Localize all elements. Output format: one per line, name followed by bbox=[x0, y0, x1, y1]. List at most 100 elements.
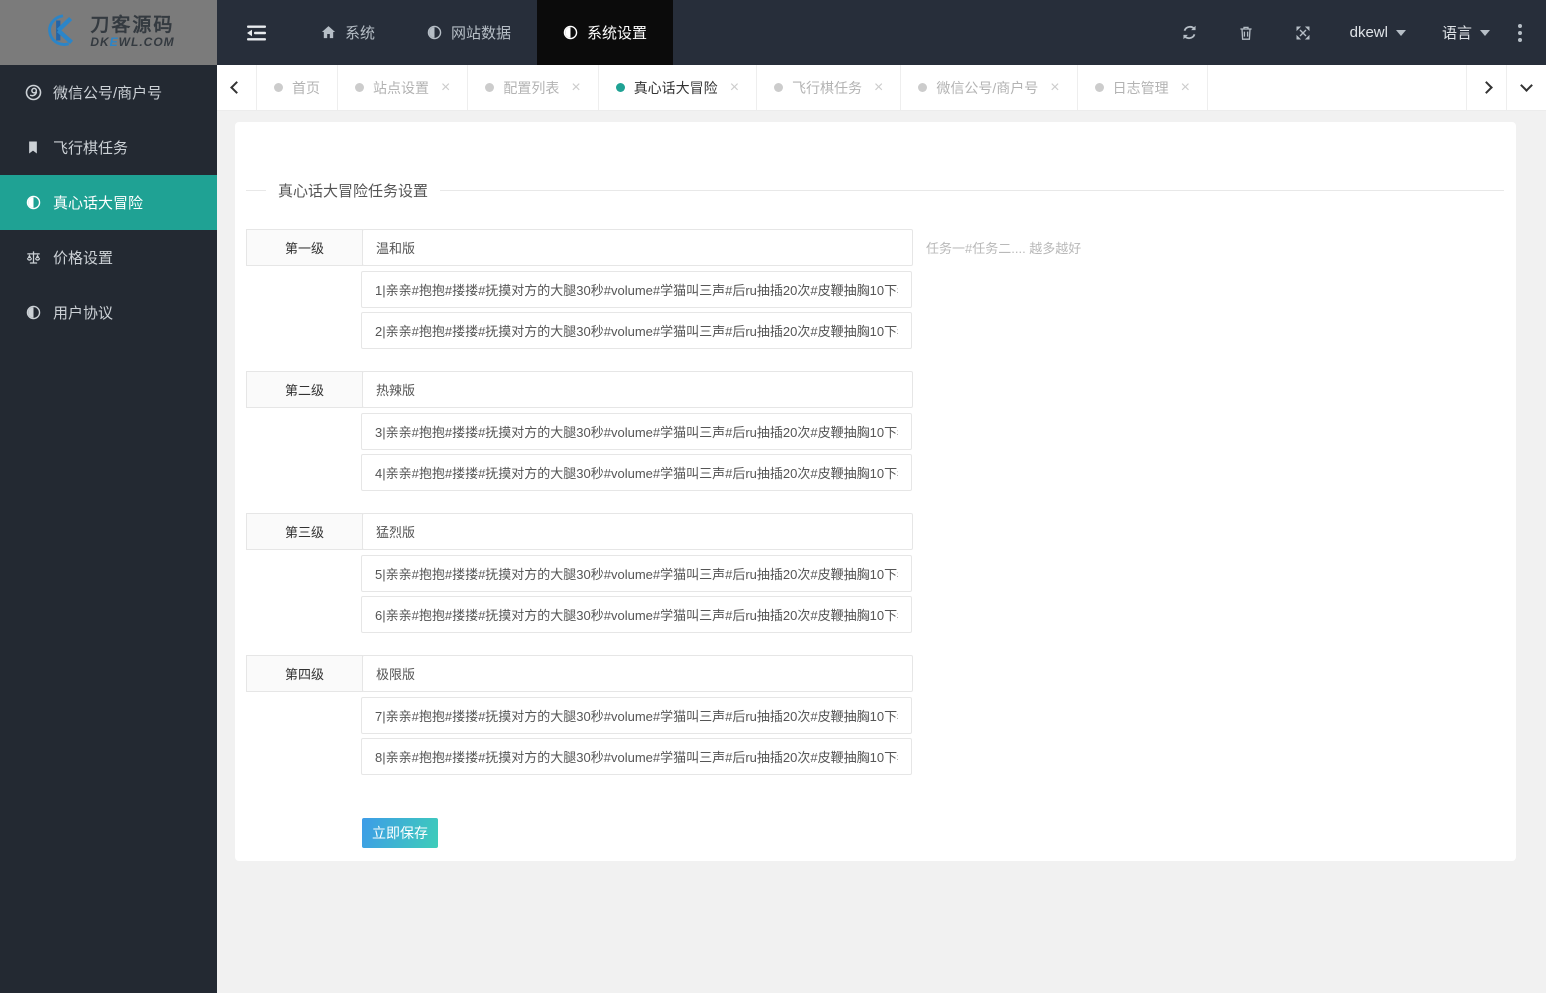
top-navbar: 刀客源码 DKEWL.COM 系统 网站数据 系统设置 dkewl 语言 bbox=[0, 0, 1546, 65]
tab-label: 微信公号/商户号 bbox=[936, 79, 1039, 96]
task-input[interactable] bbox=[361, 697, 912, 734]
tab-close-icon[interactable]: × bbox=[1181, 79, 1190, 96]
tab-dot-icon bbox=[355, 83, 364, 92]
save-button[interactable]: 立即保存 bbox=[362, 818, 438, 848]
sidebar-item-2[interactable]: 飞行棋任务 bbox=[0, 120, 217, 175]
sidebar-item-1[interactable]: 微信公号/商户号 bbox=[0, 65, 217, 120]
level-label: 第一级 bbox=[246, 229, 363, 266]
help-text: 任务一#任务二.... 越多越好 bbox=[926, 241, 1082, 256]
sidebar: 微信公号/商户号 飞行棋任务真心话大冒险价格设置用户协议 bbox=[0, 65, 217, 993]
tab-bar: 首页 站点设置 × 配置列表 × 真心话大冒险 × 飞行棋任务 × 微信公号/商户号 × 日志管理 × bbox=[217, 65, 1546, 111]
logo-title: 刀客源码 bbox=[90, 15, 175, 37]
caret-down-icon bbox=[1480, 29, 1490, 36]
title-divider-left bbox=[246, 190, 266, 191]
logo-icon bbox=[42, 11, 84, 54]
refresh-icon[interactable] bbox=[1161, 0, 1218, 65]
trash-icon[interactable] bbox=[1218, 0, 1275, 65]
language-menu[interactable]: 语言 bbox=[1424, 0, 1508, 65]
main-content: 真心话大冒险任务设置 第一级任务一#任务二.... 越多越好第二级第三级第四级 … bbox=[217, 111, 1546, 993]
tab-label: 首页 bbox=[292, 79, 320, 96]
logo-subtitle: DKEWL.COM bbox=[90, 35, 175, 50]
task-settings-form: 第一级 任务一#任务二.... 越多越好第二级第三级第四级 bbox=[246, 229, 1504, 775]
settings-card: 真心话大冒险任务设置 第一级任务一#任务二.... 越多越好第二级第三级第四级 … bbox=[235, 122, 1516, 861]
tabs-scroll-right-button[interactable] bbox=[1466, 65, 1506, 110]
version-input[interactable] bbox=[362, 229, 913, 266]
adjust-icon bbox=[427, 25, 442, 40]
sidebar-item-label: 飞行棋任务 bbox=[53, 140, 129, 157]
nav-item-label: 系统 bbox=[345, 25, 376, 42]
task-input[interactable] bbox=[361, 596, 912, 633]
version-input[interactable] bbox=[362, 513, 913, 550]
chevron-down-icon bbox=[1520, 79, 1533, 92]
nav-item-2[interactable]: 网站数据 bbox=[401, 0, 537, 65]
level-label: 第二级 bbox=[246, 371, 363, 408]
logo-text: 刀客源码 DKEWL.COM bbox=[90, 16, 174, 49]
user-menu[interactable]: dkewl bbox=[1332, 0, 1424, 65]
caret-down-icon bbox=[1395, 29, 1406, 36]
sidebar-item-5[interactable]: 用户协议 bbox=[0, 285, 217, 340]
task-input[interactable] bbox=[361, 738, 912, 775]
sidebar-item-label: 微信公号/商户号 bbox=[53, 85, 163, 102]
page-title: 真心话大冒险任务设置 bbox=[278, 183, 429, 200]
sidebar-item-label: 价格设置 bbox=[53, 250, 114, 267]
bookmark-icon bbox=[24, 140, 42, 155]
tab-7[interactable]: 日志管理 × bbox=[1078, 65, 1208, 110]
main-menu: 系统 网站数据 系统设置 bbox=[295, 0, 674, 65]
section-title-row: 真心话大冒险任务设置 bbox=[246, 180, 1504, 201]
tab-dot-icon bbox=[1094, 83, 1104, 92]
more-menu-icon[interactable] bbox=[1508, 23, 1536, 42]
tab-dot-icon bbox=[615, 83, 625, 92]
level-label: 第三级 bbox=[246, 513, 363, 550]
sidebar-toggle-icon[interactable] bbox=[217, 0, 295, 65]
task-input[interactable] bbox=[361, 312, 912, 349]
tab-3[interactable]: 配置列表 × bbox=[468, 65, 599, 110]
adjust-icon bbox=[563, 25, 578, 40]
tab-6[interactable]: 微信公号/商户号 × bbox=[901, 65, 1078, 110]
task-input[interactable] bbox=[361, 413, 912, 450]
nav-item-1[interactable]: 系统 bbox=[295, 0, 401, 65]
tabs-menu-button[interactable] bbox=[1506, 65, 1546, 110]
tab-close-icon[interactable]: × bbox=[874, 79, 883, 96]
nav-item-label: 网站数据 bbox=[451, 25, 512, 42]
version-input[interactable] bbox=[362, 655, 913, 692]
task-group: 第二级 bbox=[246, 371, 1504, 491]
chevron-left-icon bbox=[230, 81, 243, 94]
task-input[interactable] bbox=[361, 454, 912, 491]
tab-label: 站点设置 bbox=[373, 79, 429, 96]
adjust-icon bbox=[24, 195, 42, 210]
tab-label: 飞行棋任务 bbox=[792, 79, 863, 96]
scale-icon bbox=[24, 249, 42, 266]
tab-1[interactable]: 首页 bbox=[257, 65, 338, 110]
language-label: 语言 bbox=[1441, 25, 1472, 42]
adjust-icon bbox=[24, 305, 42, 320]
task-group: 第四级 bbox=[246, 655, 1504, 775]
tab-close-icon[interactable]: × bbox=[571, 79, 580, 96]
tab-dot-icon bbox=[485, 83, 495, 92]
sidebar-item-label: 用户协议 bbox=[53, 305, 114, 322]
task-input[interactable] bbox=[361, 271, 912, 308]
app-logo[interactable]: 刀客源码 DKEWL.COM bbox=[0, 0, 217, 65]
tab-5[interactable]: 飞行棋任务 × bbox=[757, 65, 902, 110]
tab-close-icon[interactable]: × bbox=[441, 79, 450, 96]
open-tabs: 首页 站点设置 × 配置列表 × 真心话大冒险 × 飞行棋任务 × 微信公号/商户号 × 日志管理 × bbox=[257, 65, 1466, 110]
tab-close-icon[interactable]: × bbox=[1050, 79, 1059, 96]
tab-4[interactable]: 真心话大冒险 × bbox=[599, 65, 758, 110]
level-label: 第四级 bbox=[246, 655, 363, 692]
version-input[interactable] bbox=[362, 371, 913, 408]
nav-item-3[interactable]: 系统设置 bbox=[537, 0, 674, 65]
sidebar-item-3[interactable]: 真心话大冒险 bbox=[0, 175, 217, 230]
chevron-right-icon bbox=[1480, 81, 1493, 94]
fullscreen-icon[interactable] bbox=[1275, 0, 1332, 65]
tab-dot-icon bbox=[918, 83, 928, 92]
task-group: 第三级 bbox=[246, 513, 1504, 633]
tab-label: 日志管理 bbox=[1112, 79, 1169, 96]
task-input[interactable] bbox=[361, 555, 912, 592]
tab-dot-icon bbox=[774, 83, 784, 92]
sidebar-item-4[interactable]: 价格设置 bbox=[0, 230, 217, 285]
tabs-scroll-left-button[interactable] bbox=[217, 65, 257, 110]
navbar-actions: dkewl 语言 bbox=[1161, 0, 1546, 65]
tab-2[interactable]: 站点设置 × bbox=[338, 65, 469, 110]
tab-close-icon[interactable]: × bbox=[730, 79, 739, 96]
tab-label: 真心话大冒险 bbox=[633, 79, 718, 96]
nav-item-label: 系统设置 bbox=[587, 25, 648, 42]
